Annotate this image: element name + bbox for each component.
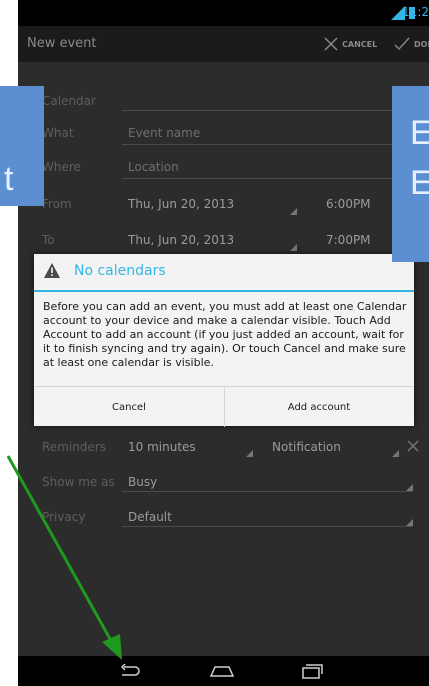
annotation-arrow (6, 455, 122, 660)
